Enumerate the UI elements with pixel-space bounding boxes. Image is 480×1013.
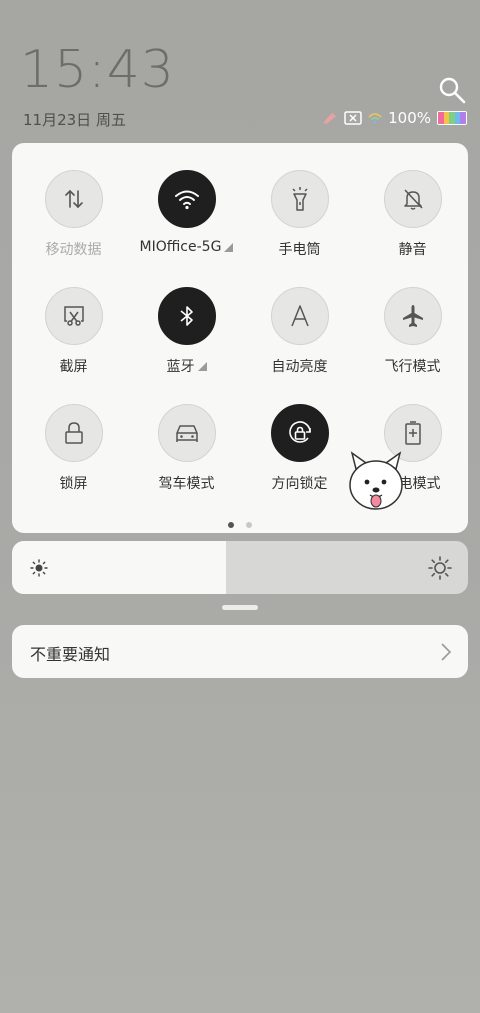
tile-auto-brightness[interactable]: 自动亮度 xyxy=(244,287,355,404)
car-icon xyxy=(174,422,200,444)
dog-mascot-sticker[interactable] xyxy=(346,449,406,513)
tile-toggle-button[interactable] xyxy=(157,404,216,462)
screenshot-icon xyxy=(62,304,86,328)
drag-handle[interactable] xyxy=(222,605,258,610)
tile-lock[interactable]: 锁屏 xyxy=(18,404,129,521)
tile-wifi[interactable]: MIOffice-5G xyxy=(131,170,242,287)
tile-toggle-button[interactable] xyxy=(157,287,216,345)
tile-rotation-lock[interactable]: 方向锁定 xyxy=(244,404,355,521)
tile-toggle-button[interactable] xyxy=(157,170,216,228)
tile-bluetooth[interactable]: 蓝牙 xyxy=(131,287,242,404)
tile-silent-bell[interactable]: 静音 xyxy=(357,170,468,287)
unimportant-notifications-row[interactable]: 不重要通知 xyxy=(12,625,468,678)
tile-label: 手电筒 xyxy=(279,239,321,259)
tile-label: 蓝牙 xyxy=(167,356,207,376)
tile-toggle-button[interactable] xyxy=(44,287,103,345)
silent-bell-icon xyxy=(401,187,425,211)
tile-label-text: 移动数据 xyxy=(45,242,102,258)
mobile-data-icon xyxy=(62,187,86,211)
tile-label: 方向锁定 xyxy=(272,473,328,493)
tile-label-text: 驾车模式 xyxy=(158,476,215,492)
tile-label-text: 手电筒 xyxy=(278,242,321,258)
tile-label-text: 锁屏 xyxy=(59,476,88,492)
tile-airplane[interactable]: 飞行模式 xyxy=(357,287,468,404)
bluetooth-icon xyxy=(177,304,197,328)
tile-car[interactable]: 驾车模式 xyxy=(131,404,242,521)
tile-toggle-button[interactable] xyxy=(270,170,329,228)
tile-label-text: 飞行模式 xyxy=(384,359,441,375)
tile-label-text: MIOffice-5G xyxy=(139,239,222,255)
page-indicator xyxy=(12,522,468,528)
brightness-high-icon xyxy=(428,556,452,580)
auto-brightness-icon xyxy=(288,304,312,328)
tile-mobile-data[interactable]: 移动数据 xyxy=(18,170,129,287)
flashlight-icon xyxy=(288,186,312,212)
tile-row: 移动数据 MIOffice-5G 手电筒 静音 xyxy=(12,170,468,287)
signal-triangle-icon xyxy=(197,361,207,371)
date-label: 11月23日 周五 xyxy=(23,111,126,129)
tile-label-text: 蓝牙 xyxy=(166,359,195,375)
tile-toggle-button[interactable] xyxy=(270,287,329,345)
tile-label: 驾车模式 xyxy=(159,473,215,493)
battery-saver-icon xyxy=(403,420,423,446)
tile-label-text: 静音 xyxy=(398,242,427,258)
tile-toggle-button[interactable] xyxy=(270,404,329,462)
tile-label: 截屏 xyxy=(60,356,88,376)
tile-label: MIOffice-5G xyxy=(140,239,234,255)
signal-triangle-icon xyxy=(224,242,234,252)
chevron-right-icon xyxy=(441,643,452,661)
lock-icon xyxy=(63,421,85,445)
tile-row: 截屏 蓝牙 自动亮度 飞行模式 xyxy=(12,287,468,404)
tile-toggle-button[interactable] xyxy=(383,287,442,345)
tile-screenshot[interactable]: 截屏 xyxy=(18,287,129,404)
page-dot[interactable] xyxy=(228,522,234,528)
brightness-low-icon xyxy=(30,559,48,577)
battery-icon xyxy=(437,111,467,125)
tile-label: 移动数据 xyxy=(46,239,102,259)
tile-flashlight[interactable]: 手电筒 xyxy=(244,170,355,287)
brightness-slider[interactable] xyxy=(12,541,468,594)
tile-toggle-button[interactable] xyxy=(383,170,442,228)
tile-label: 锁屏 xyxy=(60,473,88,493)
battery-percent: 100% xyxy=(388,109,431,127)
tile-label-text: 自动亮度 xyxy=(271,359,328,375)
page-dot[interactable] xyxy=(246,522,252,528)
no-sim-icon xyxy=(344,111,362,125)
airplane-icon xyxy=(401,304,425,328)
tile-label: 飞行模式 xyxy=(385,356,441,376)
tile-toggle-button[interactable] xyxy=(44,404,103,462)
tile-label-text: 方向锁定 xyxy=(271,476,328,492)
wifi-status-icon xyxy=(368,113,382,124)
search-icon[interactable] xyxy=(438,76,466,104)
tile-label: 自动亮度 xyxy=(272,356,328,376)
tile-label: 静音 xyxy=(399,239,427,259)
wifi-icon xyxy=(174,188,200,210)
rotation-lock-icon xyxy=(286,419,314,447)
alarm-icon xyxy=(323,113,337,124)
status-bar: 100% xyxy=(320,108,467,128)
tile-label-text: 截屏 xyxy=(59,359,88,375)
notification-label: 不重要通知 xyxy=(30,645,111,664)
clock-time: 15:43 xyxy=(20,40,175,100)
tile-toggle-button[interactable] xyxy=(44,170,103,228)
